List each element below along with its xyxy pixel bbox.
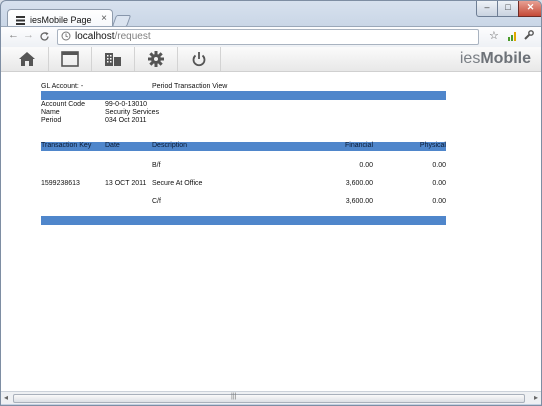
bookmark-star-icon[interactable]: ☆ — [489, 29, 499, 42]
header-bar — [41, 91, 446, 100]
buildings-button[interactable] — [92, 47, 135, 71]
table-header: Transaction Key Date Description Financi… — [41, 142, 446, 151]
page-info-icon[interactable] — [61, 31, 71, 41]
horizontal-scrollbar[interactable]: ◂ ||| ▸ — [1, 391, 541, 404]
home-button[interactable] — [6, 47, 49, 71]
scroll-left-icon[interactable]: ◂ — [4, 393, 8, 402]
gear-icon — [148, 51, 164, 67]
browser-navbar: ← → localhost/request ☆ — [1, 26, 541, 47]
col-date: Date — [105, 142, 120, 149]
field-label: Period — [41, 117, 62, 124]
scrollbar-thumb[interactable] — [13, 394, 525, 403]
logout-button[interactable] — [178, 47, 221, 71]
tab-title: iesMobile Page — [30, 15, 92, 25]
page-favicon-icon — [16, 16, 25, 25]
forward-arrow-icon[interactable]: → — [23, 29, 34, 41]
address-bar[interactable]: localhost/request — [57, 29, 479, 45]
app-toolbar: iesMobile — [1, 47, 541, 72]
url-text: localhost/request — [75, 31, 151, 42]
scroll-right-icon[interactable]: ▸ — [534, 393, 538, 402]
cell-financial: 3,600.00 — [345, 198, 373, 205]
col-transaction-key: Transaction Key — [41, 142, 92, 149]
gl-account-label: GL Account: - — [41, 83, 84, 90]
cell-description: C/f — [152, 198, 161, 205]
settings-button[interactable] — [135, 47, 178, 71]
reload-icon[interactable] — [39, 31, 50, 42]
cell-physical: 0.00 — [432, 198, 446, 205]
view-title: Period Transaction View — [152, 83, 228, 90]
home-icon — [19, 52, 35, 66]
field-value: 99-0-0-13010 — [105, 101, 148, 108]
window-button[interactable] — [49, 47, 92, 71]
window-icon — [61, 51, 79, 67]
cell-financial: 0.00 — [359, 162, 373, 169]
cell-description: Secure At Office — [152, 180, 203, 187]
power-icon — [192, 52, 206, 67]
col-physical: Physical — [419, 142, 446, 149]
cell-transaction-key: 1599238613 — [41, 180, 80, 187]
cell-physical: 0.00 — [432, 162, 446, 169]
table-footer-bar — [41, 216, 446, 225]
field-label: Name — [41, 109, 60, 116]
brand-logo: iesMobile — [459, 50, 531, 67]
cell-description: B/f — [152, 162, 161, 169]
minimize-button[interactable]: – — [476, 1, 498, 17]
field-value: 034 Oct 2011 — [105, 117, 147, 124]
back-arrow-icon[interactable]: ← — [8, 29, 19, 41]
scrollbar-grip-icon: ||| — [231, 393, 237, 400]
field-value: Security Services — [105, 109, 160, 116]
col-financial: Financial — [344, 142, 373, 149]
page-viewport: iesMobile GL Account: - Period Transacti… — [1, 47, 541, 404]
maximize-button[interactable]: □ — [497, 1, 519, 17]
cell-physical: 0.00 — [432, 180, 446, 187]
building-icon — [105, 53, 121, 66]
field-label: Account Code — [41, 101, 85, 108]
browser-window: iesMobile Page × – □ ✕ ← → localhost/req… — [0, 0, 542, 406]
tab-close-icon[interactable]: × — [101, 13, 107, 24]
cell-date: 13 OCT 2011 — [105, 180, 147, 187]
close-window-button[interactable]: ✕ — [518, 1, 541, 17]
col-description: Description — [152, 142, 188, 149]
cell-financial: 3,600.00 — [345, 180, 373, 187]
wrench-menu-icon[interactable] — [523, 30, 534, 41]
signal-extension-icon[interactable] — [507, 31, 517, 41]
